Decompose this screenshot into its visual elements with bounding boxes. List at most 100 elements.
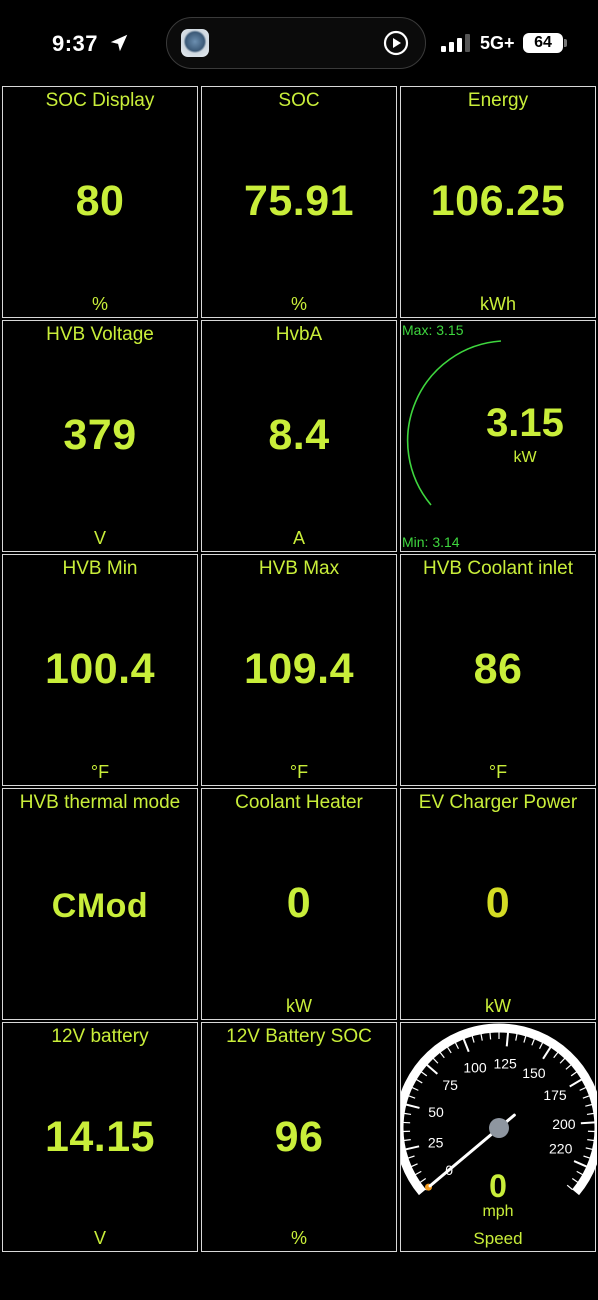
tile-unit: °F	[488, 762, 508, 782]
tile-hvb-thermal-mode[interactable]: HVB thermal mode CMod	[2, 788, 198, 1020]
tile-value: CMod	[51, 887, 149, 925]
battery-nub	[564, 39, 567, 47]
tile-hvb-coolant-inlet[interactable]: HVB Coolant inlet 86 °F	[400, 554, 596, 786]
tile-soc-display[interactable]: SOC Display 80 %	[2, 86, 198, 318]
tile-value: 96	[274, 1113, 324, 1161]
speedo-scale-label: 200	[552, 1116, 576, 1132]
speedo-tick	[471, 1035, 475, 1043]
tile-value: 106.25	[430, 177, 566, 225]
tile-unit: V	[93, 1228, 106, 1248]
speedo-tick	[426, 1063, 439, 1075]
tile-title: 12V battery	[51, 1026, 149, 1047]
speedo-scale-label: 175	[543, 1087, 567, 1103]
tile-hvb-voltage[interactable]: HVB Voltage 379 V	[2, 320, 198, 552]
speedo-tick	[489, 1032, 492, 1040]
tile-title: HvbA	[275, 324, 323, 345]
gauge-min-label: Min: 3.14	[402, 534, 460, 550]
tile-speedometer[interactable]: 0255075100125150175200220 0 mph Speed	[400, 1022, 597, 1252]
tile-energy[interactable]: Energy 106.25 kWh	[400, 86, 596, 318]
gauge-max-label: Max: 3.15	[402, 322, 464, 338]
speedo-tick	[559, 1057, 566, 1064]
tile-12v-battery-soc[interactable]: 12V Battery SOC 96 %	[201, 1022, 397, 1252]
dynamic-island[interactable]	[166, 17, 426, 69]
speed-unit: mph	[482, 1203, 514, 1220]
speedo-tick	[439, 1051, 445, 1059]
tile-hvba[interactable]: HvbA 8.4 A	[201, 320, 397, 552]
tile-title: HVB Coolant inlet	[423, 558, 573, 579]
tile-title: HVB thermal mode	[19, 792, 181, 813]
speedo-scale-label: 220	[549, 1140, 573, 1156]
speed-title: Speed	[473, 1229, 523, 1248]
tile-value: 8.4	[268, 411, 330, 459]
gauge-value: 3.15	[486, 401, 564, 445]
tile-soc[interactable]: SOC 75.91 %	[201, 86, 397, 318]
speedo-tick	[415, 1078, 423, 1084]
tile-title: HVB Voltage	[46, 324, 154, 345]
tile-value: 86	[473, 645, 523, 693]
tile-unit: %	[91, 294, 108, 314]
speedo-tick	[586, 1112, 594, 1116]
tile-title: SOC Display	[45, 90, 155, 111]
speedo-tick	[405, 1103, 420, 1109]
location-arrow-icon	[110, 34, 128, 52]
speedo-tick	[573, 1160, 588, 1168]
tile-unit: A	[292, 528, 305, 548]
speedo-tick	[405, 1145, 420, 1151]
play-circle-icon[interactable]	[383, 30, 409, 56]
speedo-tick	[408, 1095, 416, 1099]
tile-unit: kW	[286, 996, 312, 1016]
tile-title: 12V Battery SOC	[226, 1026, 372, 1047]
speedo-tick	[515, 1033, 518, 1041]
speedo-tick	[420, 1071, 428, 1077]
network-type: 5G+	[480, 33, 515, 53]
speedo-tick	[585, 1103, 593, 1107]
speedo-tick	[462, 1038, 470, 1053]
speed-value: 0	[489, 1168, 507, 1204]
tile-title: HVB Max	[258, 558, 340, 579]
speedo-tick	[505, 1032, 510, 1047]
speedo-tick	[570, 1071, 578, 1077]
gauge-unit: kW	[513, 449, 537, 466]
tile-unit: %	[290, 294, 307, 314]
tile-unit: °F	[90, 762, 110, 782]
tile-title: EV Charger Power	[418, 792, 578, 813]
tile-hvb-min[interactable]: HVB Min 100.4 °F	[2, 554, 198, 786]
speedo-tick	[446, 1046, 452, 1054]
speedo-tick	[542, 1046, 552, 1060]
tile-power-gauge[interactable]: Max: 3.15 3.15 kW Min: 3.14	[400, 320, 596, 552]
speedo-tick	[579, 1086, 587, 1091]
tile-hvb-max[interactable]: HVB Max 109.4 °F	[201, 554, 397, 786]
speedo-tick	[404, 1112, 412, 1116]
speedo-tick	[569, 1078, 583, 1088]
speedo-tick	[523, 1035, 527, 1043]
tile-12v-battery[interactable]: 12V battery 14.15 V	[2, 1022, 198, 1252]
speedo-scale-label: 75	[442, 1077, 458, 1093]
tile-ev-charger-power[interactable]: EV Charger Power 0 kW	[400, 788, 596, 1020]
speedo-scale-label: 50	[428, 1104, 444, 1120]
speedo-tick	[410, 1163, 418, 1168]
tile-title: Energy	[467, 90, 529, 111]
tile-value: 80	[75, 177, 125, 225]
speedo-tick	[531, 1038, 536, 1046]
speedo-scale-label: 125	[493, 1055, 517, 1071]
clock: 9:37	[52, 31, 99, 56]
battery-icon: 64	[523, 33, 563, 53]
tile-value: 0	[485, 879, 511, 927]
speedo-tick	[583, 1155, 591, 1159]
tile-value: 0	[286, 879, 312, 927]
tile-value: 109.4	[243, 645, 355, 693]
tile-value: 100.4	[44, 645, 156, 693]
speedo-tick	[407, 1155, 415, 1159]
speedo-tick	[480, 1033, 483, 1041]
tile-value: 379	[63, 411, 137, 459]
speedo-tick	[565, 1064, 572, 1070]
tile-coolant-heater[interactable]: Coolant Heater 0 kW	[201, 788, 397, 1020]
tile-unit: V	[93, 528, 106, 548]
app-thumbnail-icon	[181, 29, 209, 57]
speedo-scale-label: 150	[522, 1065, 546, 1081]
speedo-tick	[538, 1042, 544, 1050]
status-bar: 9:37 5G+ 64	[0, 0, 598, 86]
tile-value: 75.91	[243, 177, 355, 225]
tile-unit: kW	[485, 996, 511, 1016]
speedo-tick	[587, 1139, 595, 1142]
